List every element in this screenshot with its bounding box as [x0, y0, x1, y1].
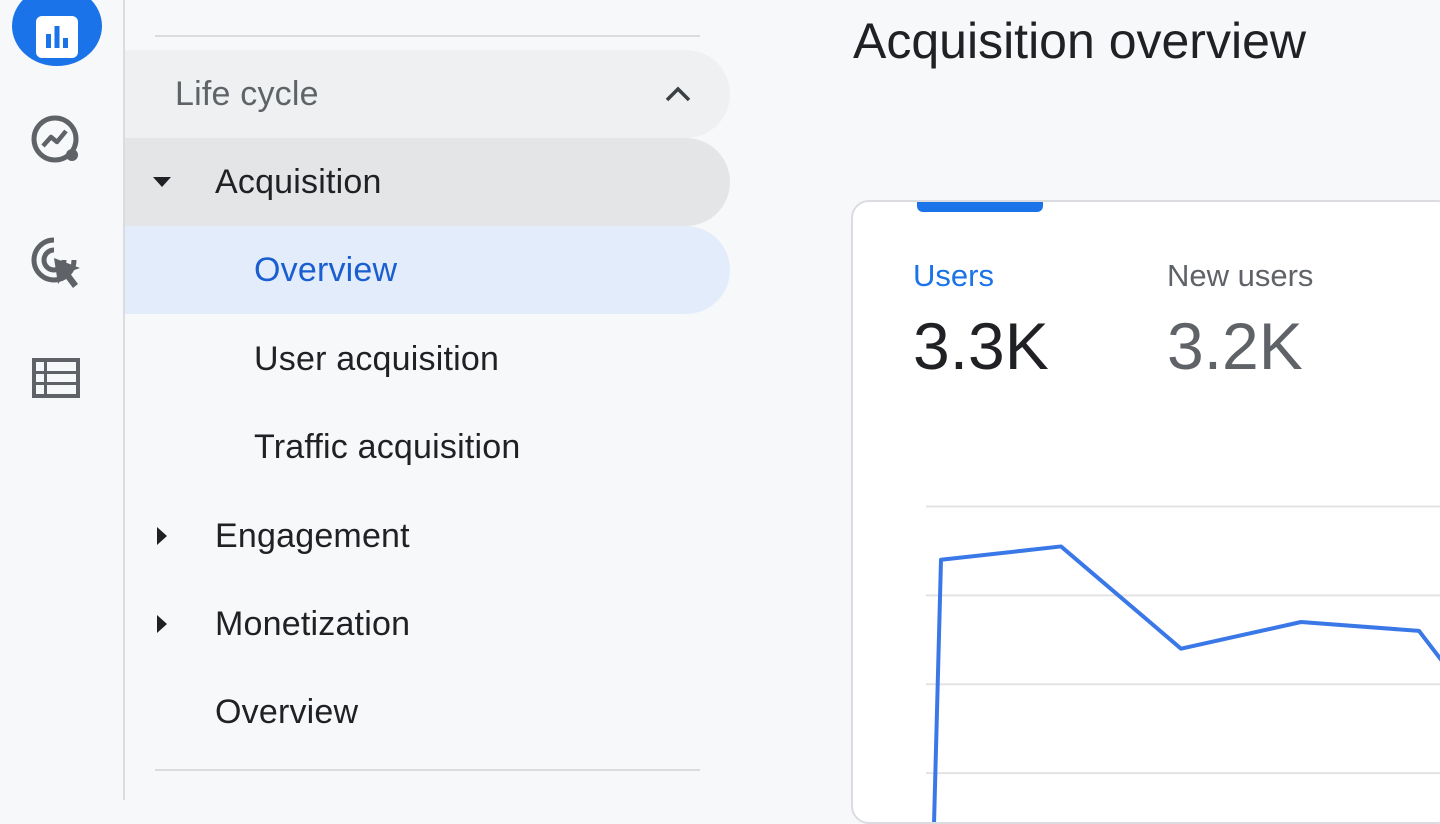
nav-item-user-acquisition[interactable]: User acquisition [125, 315, 730, 403]
nav-item-label: Traffic acquisition [254, 428, 520, 467]
caret-right-icon [155, 613, 169, 635]
section-life-cycle[interactable]: Life cycle [125, 50, 730, 138]
reports-button[interactable] [12, 0, 102, 66]
advertising-button[interactable] [16, 222, 96, 302]
users-line-chart [853, 202, 1440, 822]
nav-item-label: Overview [254, 251, 397, 290]
nav-item-overview[interactable]: Overview [125, 668, 730, 756]
nav-item-label: Monetization [215, 605, 410, 644]
advertising-icon [28, 234, 84, 290]
nav-item-acquisition-overview[interactable]: Overview [125, 226, 730, 314]
caret-down-icon [151, 175, 173, 189]
nav-divider-top [155, 35, 700, 37]
explore-button[interactable] [16, 100, 96, 180]
nav-item-traffic-acquisition[interactable]: Traffic acquisition [125, 403, 730, 491]
configure-icon [32, 358, 80, 398]
metrics-card: Users 3.3K New users 3.2K [851, 200, 1440, 824]
chevron-up-icon [664, 85, 692, 103]
icon-rail [0, 0, 125, 800]
page-title: Acquisition overview [853, 12, 1306, 70]
nav-divider-bottom [155, 769, 700, 771]
nav-item-acquisition[interactable]: Acquisition [125, 138, 730, 226]
nav-item-label: Engagement [215, 517, 410, 556]
configure-button[interactable] [16, 338, 96, 418]
nav-item-engagement[interactable]: Engagement [125, 492, 730, 580]
section-title: Life cycle [175, 75, 319, 114]
caret-right-icon [155, 525, 169, 547]
report-navigation: Life cycle Acquisition Overview User acq… [125, 0, 735, 800]
nav-item-label: Acquisition [215, 163, 382, 202]
nav-item-label: User acquisition [254, 340, 499, 379]
nav-item-monetization[interactable]: Monetization [125, 580, 730, 668]
nav-item-label: Overview [215, 693, 358, 732]
reports-icon [34, 14, 80, 60]
explore-icon [29, 113, 83, 167]
